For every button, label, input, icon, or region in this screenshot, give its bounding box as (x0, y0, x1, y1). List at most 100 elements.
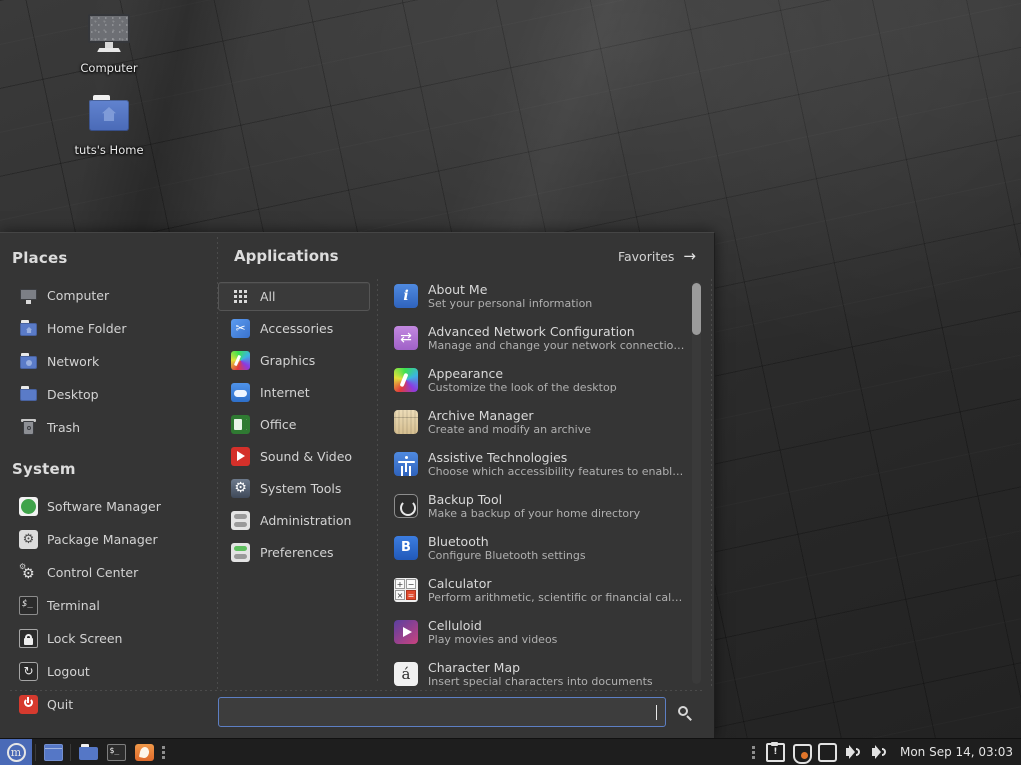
office-icon (231, 415, 250, 434)
network-config-icon (394, 326, 418, 350)
app-description: Customize the look of the desktop (428, 381, 617, 395)
menu-search-bar (0, 690, 714, 738)
update-manager-icon[interactable] (766, 743, 785, 762)
application-list-container: About Me Set your personal information A… (378, 275, 714, 690)
sidebar-item-control-center[interactable]: ⚙⚙ Control Center (0, 558, 210, 587)
internet-icon (231, 383, 250, 402)
tray-grip-icon[interactable] (748, 743, 759, 762)
category-preferences[interactable]: Preferences (218, 538, 370, 567)
system-tray: Mon Sep 14, 03:03 (748, 739, 1021, 765)
application-menu-popup: Places Computer Home Folder Network Desk… (0, 232, 715, 738)
search-input[interactable] (227, 705, 654, 720)
category-label: Administration (260, 513, 351, 528)
app-description: Play movies and videos (428, 633, 557, 647)
sidebar-item-label: Home Folder (47, 321, 127, 336)
favorites-button[interactable]: Favorites → (618, 249, 696, 264)
sidebar-item-label: Logout (47, 664, 90, 679)
app-description: Perform arithmetic, scientific or financ… (428, 591, 686, 605)
sidebar-item-terminal[interactable]: $_ Terminal (0, 591, 210, 620)
computer-monitor-icon (85, 8, 133, 56)
launcher-show-desktop[interactable] (39, 739, 67, 765)
backup-tool-icon (394, 494, 418, 518)
launcher-firefox[interactable] (130, 739, 158, 765)
scrollbar-track[interactable] (692, 281, 701, 684)
menu-sidebar: Places Computer Home Folder Network Desk… (0, 233, 218, 690)
firewall-shield-icon[interactable] (792, 743, 811, 762)
category-system-tools[interactable]: System Tools (218, 474, 370, 503)
character-map-icon (394, 662, 418, 686)
accessories-icon (231, 319, 250, 338)
app-item-calculator[interactable]: +−×= Calculator Perform arithmetic, scie… (388, 569, 702, 611)
menu-button[interactable] (0, 739, 32, 765)
app-item-advanced-network-configuration[interactable]: Advanced Network Configuration Manage an… (388, 317, 702, 359)
places-heading: Places (0, 245, 218, 277)
app-name: Character Map (428, 660, 653, 675)
search-field[interactable] (218, 697, 666, 727)
list-divider (711, 279, 712, 686)
app-description: Choose which accessibility features to e… (428, 465, 686, 479)
application-list-scrollbar[interactable] (692, 281, 701, 684)
sidebar-item-software-manager[interactable]: Software Manager (0, 492, 210, 521)
app-name: Bluetooth (428, 534, 586, 549)
category-administration[interactable]: Administration (218, 506, 370, 535)
app-item-backup-tool[interactable]: Backup Tool Make a backup of your home d… (388, 485, 702, 527)
app-description: Manage and change your network connectio… (428, 339, 686, 353)
terminal-icon: $_ (19, 596, 38, 615)
sidebar-item-network[interactable]: Network (0, 347, 210, 376)
application-list[interactable]: About Me Set your personal information A… (388, 275, 702, 690)
home-folder-icon (19, 319, 38, 338)
launcher-file-manager[interactable] (74, 739, 102, 765)
sidebar-item-computer[interactable]: Computer (0, 281, 210, 310)
desktop-icon-home[interactable]: tuts's Home (65, 86, 153, 160)
app-item-appearance[interactable]: Appearance Customize the look of the des… (388, 359, 702, 401)
category-all[interactable]: All (218, 282, 370, 311)
network-folder-icon (19, 352, 38, 371)
home-folder-icon (85, 90, 133, 138)
category-graphics[interactable]: Graphics (218, 346, 370, 375)
favorites-label: Favorites (618, 249, 674, 264)
sidebar-item-package-manager[interactable]: ⚙ Package Manager (0, 525, 210, 554)
panel-left-section (0, 739, 169, 765)
system-tools-icon (231, 479, 250, 498)
panel-divider (70, 744, 71, 761)
drag-grip-icon[interactable] (158, 743, 169, 762)
microphone-volume-icon[interactable] (870, 743, 889, 762)
taskbar-panel: Mon Sep 14, 03:03 (0, 738, 1021, 765)
show-desktop-icon (44, 744, 63, 761)
display-icon[interactable] (818, 743, 837, 762)
clock[interactable]: Mon Sep 14, 03:03 (900, 745, 1013, 759)
sidebar-item-logout[interactable]: ↻ Logout (0, 657, 210, 686)
app-item-assistive-technologies[interactable]: Assistive Technologies Choose which acce… (388, 443, 702, 485)
sidebar-item-label: Desktop (47, 387, 99, 402)
linux-mint-menu-icon (7, 743, 26, 762)
category-sound-video[interactable]: Sound & Video (218, 442, 370, 471)
app-item-about-me[interactable]: About Me Set your personal information (388, 275, 702, 317)
sidebar-item-lock-screen[interactable]: Lock Screen (0, 624, 210, 653)
app-item-bluetooth[interactable]: Bluetooth Configure Bluetooth settings (388, 527, 702, 569)
bluetooth-icon (394, 536, 418, 560)
app-item-archive-manager[interactable]: Archive Manager Create and modify an arc… (388, 401, 702, 443)
category-label: Accessories (260, 321, 333, 336)
system-heading: System (0, 446, 218, 488)
applications-title: Applications (234, 247, 339, 265)
search-icon (678, 706, 691, 719)
app-item-celluloid[interactable]: Celluloid Play movies and videos (388, 611, 702, 653)
category-office[interactable]: Office (218, 410, 370, 439)
sidebar-item-trash[interactable]: Trash (0, 413, 210, 442)
sidebar-item-home-folder[interactable]: Home Folder (0, 314, 210, 343)
app-item-character-map[interactable]: Character Map Insert special characters … (388, 653, 702, 690)
sidebar-item-label: Trash (47, 420, 80, 435)
desktop-icon-computer[interactable]: Computer (65, 4, 153, 78)
search-button[interactable] (666, 697, 702, 727)
launcher-terminal[interactable] (102, 739, 130, 765)
category-accessories[interactable]: Accessories (218, 314, 370, 343)
app-name: Archive Manager (428, 408, 591, 423)
celluloid-icon (394, 620, 418, 644)
scrollbar-thumb[interactable] (692, 283, 701, 335)
sidebar-item-desktop[interactable]: Desktop (0, 380, 210, 409)
category-internet[interactable]: Internet (218, 378, 370, 407)
preferences-icon (231, 543, 250, 562)
volume-icon[interactable] (844, 743, 863, 762)
sidebar-item-label: Lock Screen (47, 631, 122, 646)
menu-body: Places Computer Home Folder Network Desk… (0, 233, 714, 690)
